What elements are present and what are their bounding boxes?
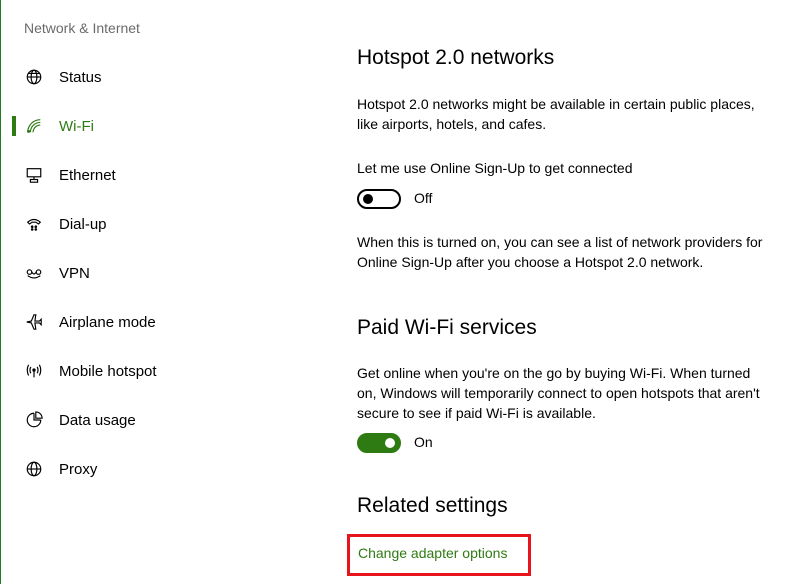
online-signup-toggle-state: Off <box>414 190 433 206</box>
sidebar-item-data-usage[interactable]: Data usage <box>0 396 300 444</box>
hotspot-note-line1: When this is turned on, you can see a li… <box>357 234 763 250</box>
sidebar-item-label: Ethernet <box>59 166 116 184</box>
hotspot-note-line2: Online Sign-Up after you choose a Hotspo… <box>357 254 704 270</box>
sidebar-section-title: Network & Internet <box>24 20 140 36</box>
sidebar-item-dialup[interactable]: Dial-up <box>0 200 300 248</box>
sidebar-item-label: Mobile hotspot <box>59 362 157 380</box>
sidebar-item-label: Airplane mode <box>59 313 156 331</box>
toggle-knob <box>363 194 373 204</box>
sidebar-item-label: Status <box>59 68 102 86</box>
paid-wifi-heading: Paid Wi-Fi services <box>357 316 537 339</box>
paid-wifi-description-line2: on, Windows will temporarily connect to … <box>357 385 760 401</box>
sidebar-item-airplane-mode[interactable]: Airplane mode <box>0 298 300 346</box>
hotspot-icon <box>24 361 44 381</box>
hotspot-description-line1: Hotspot 2.0 networks might be available … <box>357 96 755 112</box>
sidebar: Network & Internet Status Wi-Fi Ethernet <box>0 0 300 584</box>
sidebar-item-vpn[interactable]: VPN <box>0 249 300 297</box>
sidebar-item-status[interactable]: Status <box>0 53 300 101</box>
vpn-icon <box>24 263 44 283</box>
wifi-icon <box>24 116 44 136</box>
paid-wifi-description-line3: secure to see if paid Wi-Fi is available… <box>357 405 596 421</box>
online-signup-caption: Let me use Online Sign-Up to get connect… <box>357 160 633 176</box>
sidebar-item-label: Wi-Fi <box>59 117 94 135</box>
related-settings-heading: Related settings <box>357 494 508 517</box>
sidebar-item-wifi[interactable]: Wi-Fi <box>0 102 300 150</box>
paid-wifi-toggle-state: On <box>414 434 433 450</box>
data-usage-icon <box>24 410 44 430</box>
change-adapter-options-link[interactable]: Change adapter options <box>358 545 507 561</box>
hotspot-heading: Hotspot 2.0 networks <box>357 46 555 69</box>
globe-status-icon <box>24 67 44 87</box>
airplane-icon <box>24 312 44 332</box>
paid-wifi-toggle[interactable] <box>357 433 401 453</box>
dialup-icon <box>24 214 44 234</box>
active-indicator <box>12 116 16 136</box>
sidebar-item-ethernet[interactable]: Ethernet <box>0 151 300 199</box>
ethernet-icon <box>24 165 44 185</box>
toggle-knob <box>385 438 395 448</box>
sidebar-item-label: Dial-up <box>59 215 107 233</box>
sidebar-item-label: Data usage <box>59 411 136 429</box>
paid-wifi-description-line1: Get online when you're on the go by buyi… <box>357 365 751 381</box>
online-signup-toggle[interactable] <box>357 189 401 209</box>
sidebar-item-mobile-hotspot[interactable]: Mobile hotspot <box>0 347 300 395</box>
globe-proxy-icon <box>24 459 44 479</box>
sidebar-item-proxy[interactable]: Proxy <box>0 445 300 493</box>
hotspot-description-line2: like airports, hotels, and cafes. <box>357 116 547 132</box>
sidebar-item-label: VPN <box>59 264 90 282</box>
sidebar-item-label: Proxy <box>59 460 98 478</box>
